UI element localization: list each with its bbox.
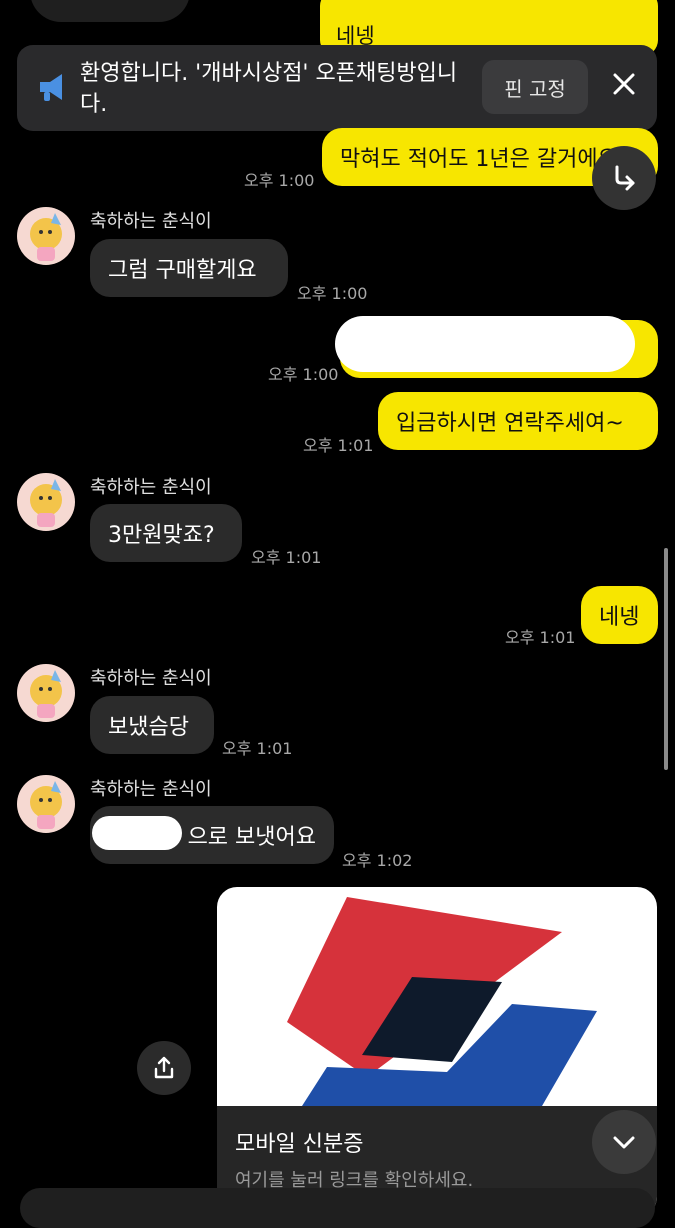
- sender-name: 축하하는 춘식이: [90, 477, 212, 498]
- message-text: 3만원맞죠?: [108, 523, 215, 548]
- chevron-down-icon: [613, 1136, 635, 1149]
- share-button[interactable]: [137, 1041, 191, 1095]
- avatar[interactable]: [17, 664, 75, 722]
- my-message-bubble[interactable]: 입금하시면 연락주세여~: [378, 392, 658, 450]
- close-icon[interactable]: [606, 66, 642, 102]
- scroll-down-button[interactable]: [592, 1110, 656, 1174]
- back-button[interactable]: [30, 0, 190, 22]
- message-text: 으로 보냇어요: [187, 825, 316, 850]
- message-text: 네넹: [599, 605, 640, 630]
- link-preview-card[interactable]: 모바일 신분증 여기를 눌러 링크를 확인하세요.: [217, 887, 657, 1217]
- other-message-bubble[interactable]: 3만원맞죠?: [90, 504, 242, 562]
- reply-arrow-icon: [615, 165, 635, 191]
- message-time: 오후 1:01: [505, 628, 576, 647]
- search-menu-button[interactable]: [497, 0, 645, 26]
- choonsik-avatar-icon: [30, 213, 62, 261]
- reply-button[interactable]: [592, 146, 656, 210]
- pin-button[interactable]: 핀 고정: [482, 60, 588, 114]
- mobile-id-logo: [287, 897, 597, 1106]
- message-time: 오후 1:01: [251, 548, 322, 567]
- sender-name: 축하하는 춘식이: [90, 668, 212, 689]
- other-message-bubble[interactable]: 보냈슴당: [90, 696, 214, 754]
- choonsik-avatar-icon: [30, 670, 62, 718]
- avatar[interactable]: [17, 775, 75, 833]
- choonsik-avatar-icon: [30, 781, 62, 829]
- sender-name: 축하하는 춘식이: [90, 779, 212, 800]
- message-time: 오후 1:01: [303, 436, 374, 455]
- choonsik-avatar-icon: [30, 479, 62, 527]
- message-time: 오후 1:00: [297, 284, 368, 303]
- message-text: 입금하시면 연락주세여~: [396, 411, 624, 436]
- message-time: 오후 1:01: [222, 739, 293, 758]
- message-input-bar[interactable]: [20, 1188, 655, 1228]
- avatar[interactable]: [17, 473, 75, 531]
- message-time: 오후 1:02: [342, 851, 413, 870]
- message-text: 그럼 구매할게요: [108, 258, 257, 283]
- avatar[interactable]: [17, 207, 75, 265]
- redaction-mark: [335, 316, 635, 372]
- my-message-bubble[interactable]: 네넹: [581, 586, 658, 644]
- message-text: 막혀도 적어도 1년은 갈거에요: [340, 147, 618, 172]
- other-message-bubble[interactable]: 그럼 구매할게요: [90, 239, 288, 297]
- megaphone-icon: [40, 74, 62, 101]
- sender-name: 축하하는 춘식이: [90, 211, 212, 232]
- message-time: 오후 1:00: [244, 171, 315, 190]
- share-icon: [154, 1056, 174, 1079]
- scrollbar[interactable]: [664, 548, 668, 770]
- link-card-title: 모바일 신분증: [235, 1132, 364, 1157]
- redaction-mark: [92, 816, 182, 850]
- message-time: 오후 1:00: [268, 365, 339, 384]
- notice-text: 환영합니다. '개바시상점' 오픈채팅방입니다.: [80, 61, 458, 117]
- message-text: 보냈슴당: [108, 715, 189, 740]
